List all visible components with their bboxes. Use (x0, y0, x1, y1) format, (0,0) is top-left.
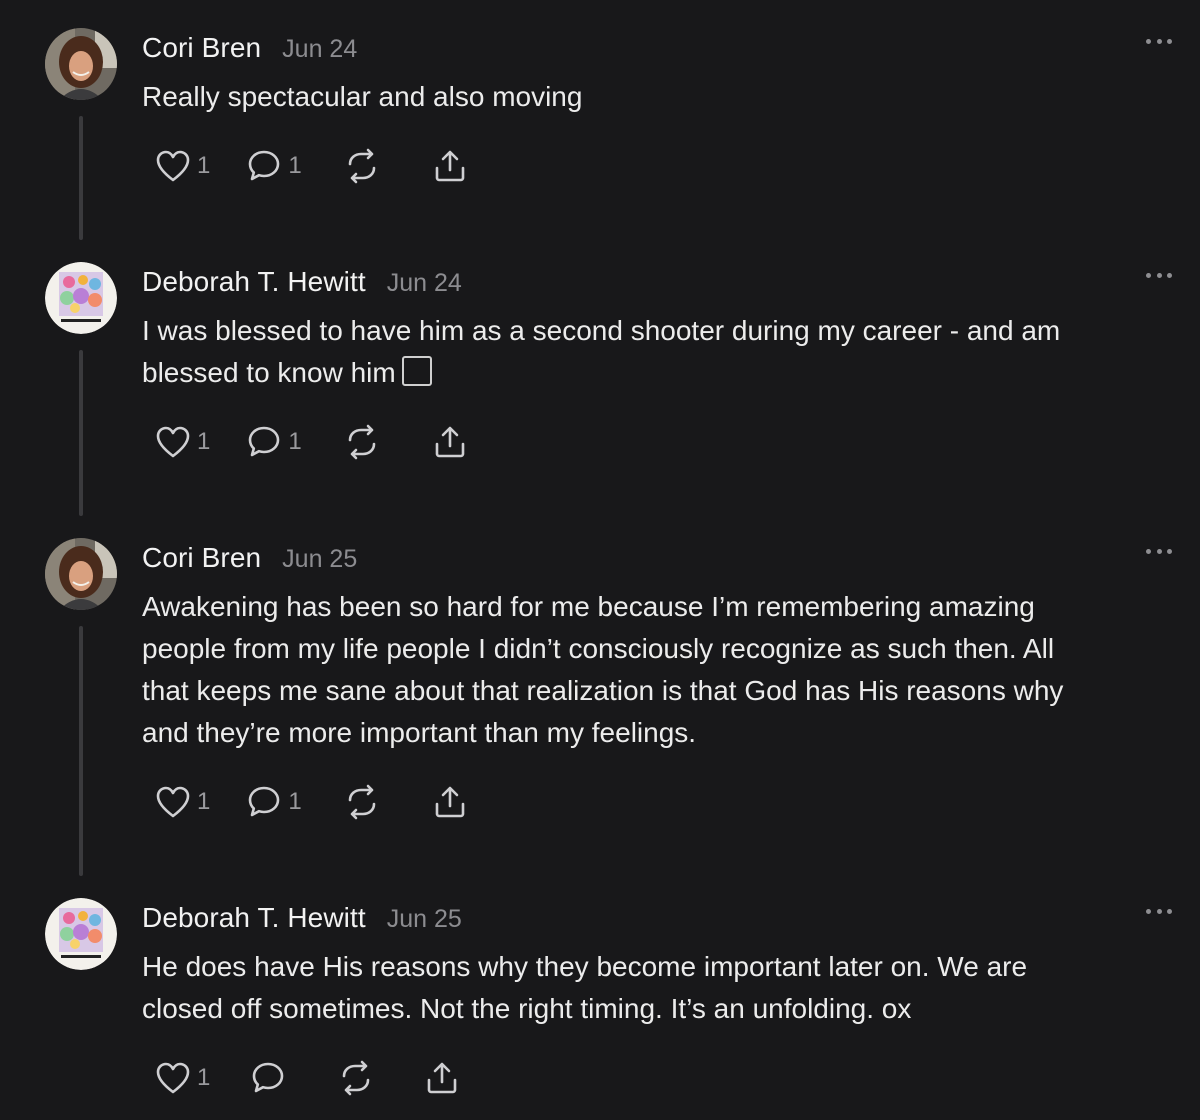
share-button[interactable] (432, 784, 468, 820)
avatar-photo (45, 28, 117, 100)
comment-bubble-icon (253, 1062, 284, 1093)
comment-text-line: that keeps me sane about that realizatio… (142, 675, 1064, 706)
like-count: 1 (197, 152, 211, 179)
heart-icon (156, 150, 190, 182)
comment-date[interactable]: Jun 24 (282, 35, 357, 64)
comment-text-line: and they’re more important than my feeli… (142, 717, 697, 748)
comment-body: He does have His reasons why they become… (142, 946, 1172, 1030)
author-name[interactable]: Deborah T. Hewitt (142, 902, 366, 934)
comment-actions: 1 1 (155, 422, 468, 462)
reply-button[interactable]: 1 (246, 148, 302, 184)
comment-text-line: blessed to know him (142, 357, 396, 388)
avatar[interactable] (45, 898, 117, 970)
comment-text-line: Awakening has been so hard for me becaus… (142, 591, 1035, 622)
share-icon (428, 1062, 457, 1094)
avatar-photo (45, 538, 117, 610)
restack-button[interactable] (344, 424, 380, 460)
like-count: 1 (197, 788, 211, 815)
more-options-icon[interactable] (1146, 34, 1172, 48)
comment-text-line: people from my life people I didn’t cons… (142, 633, 1055, 664)
restack-icon (348, 424, 376, 460)
comment-header: Deborah T. Hewitt Jun 25 (142, 902, 462, 934)
comment-text-line: Really spectacular and also moving (142, 81, 583, 112)
restack-button[interactable] (344, 148, 380, 184)
comment-date[interactable]: Jun 25 (282, 545, 357, 574)
share-icon (435, 150, 465, 182)
reply-button[interactable] (250, 1060, 286, 1096)
avatar-book-cover (45, 262, 117, 334)
reply-count: 1 (288, 152, 302, 179)
comment-actions: 1 1 (155, 146, 468, 186)
comment-body: Really spectacular and also moving (142, 76, 1172, 118)
share-button[interactable] (432, 424, 468, 460)
thread-line (79, 626, 83, 876)
restack-icon (343, 1060, 370, 1096)
comment-body: Awakening has been so hard for me becaus… (142, 586, 1172, 754)
reply-button[interactable]: 1 (246, 784, 302, 820)
comment-date[interactable]: Jun 25 (387, 905, 462, 934)
more-options-icon[interactable] (1146, 544, 1172, 558)
thread-line (79, 116, 83, 240)
share-button[interactable] (432, 148, 468, 184)
comment-actions: 1 (155, 1058, 460, 1098)
share-icon (435, 426, 465, 458)
comment: Cori Bren Jun 25 Awakening has been so h… (0, 538, 1200, 878)
like-count: 1 (197, 1064, 211, 1091)
share-icon (435, 786, 465, 818)
comment: Deborah T. Hewitt Jun 24 I was blessed t… (0, 262, 1200, 522)
avatar[interactable] (45, 538, 117, 610)
like-button[interactable]: 1 (155, 1061, 210, 1095)
reply-button[interactable]: 1 (246, 424, 302, 460)
heart-icon (156, 786, 190, 818)
comment-actions: 1 1 (155, 782, 468, 822)
like-button[interactable]: 1 (155, 425, 210, 459)
restack-button[interactable] (338, 1060, 374, 1096)
more-options-icon[interactable] (1146, 904, 1172, 918)
comment-bubble-icon (249, 426, 280, 457)
comment: Cori Bren Jun 24 Really spectacular and … (0, 28, 1200, 248)
comment-header: Cori Bren Jun 24 (142, 32, 357, 64)
comment-body: I was blessed to have him as a second sh… (142, 310, 1172, 394)
avatar[interactable] (45, 28, 117, 100)
comment-text-line: closed off sometimes. Not the right timi… (142, 993, 912, 1024)
comment-thread: Cori Bren Jun 24 Really spectacular and … (0, 0, 1200, 1120)
restack-icon (348, 148, 376, 184)
author-name[interactable]: Deborah T. Hewitt (142, 266, 366, 298)
author-name[interactable]: Cori Bren (142, 32, 261, 64)
emoji-placeholder-icon (401, 356, 432, 386)
restack-button[interactable] (344, 784, 380, 820)
thread-line (79, 350, 83, 516)
avatar-book-cover (45, 898, 117, 970)
reply-count: 1 (288, 788, 302, 815)
like-button[interactable]: 1 (155, 785, 210, 819)
restack-icon (348, 784, 376, 820)
avatar[interactable] (45, 262, 117, 334)
comment-bubble-icon (249, 786, 280, 817)
comment: Deborah T. Hewitt Jun 25 He does have Hi… (0, 898, 1200, 1118)
like-count: 1 (197, 428, 211, 455)
comment-text-line: I was blessed to have him as a second sh… (142, 315, 1061, 346)
heart-icon (156, 426, 190, 458)
share-button[interactable] (424, 1060, 460, 1096)
comment-text-line: He does have His reasons why they become… (142, 951, 1028, 982)
author-name[interactable]: Cori Bren (142, 542, 261, 574)
comment-date[interactable]: Jun 24 (387, 269, 462, 298)
comment-header: Cori Bren Jun 25 (142, 542, 357, 574)
like-button[interactable]: 1 (155, 149, 210, 183)
reply-count: 1 (288, 428, 302, 455)
more-options-icon[interactable] (1146, 268, 1172, 282)
comment-bubble-icon (249, 150, 280, 181)
comment-header: Deborah T. Hewitt Jun 24 (142, 266, 462, 298)
heart-icon (156, 1062, 190, 1094)
